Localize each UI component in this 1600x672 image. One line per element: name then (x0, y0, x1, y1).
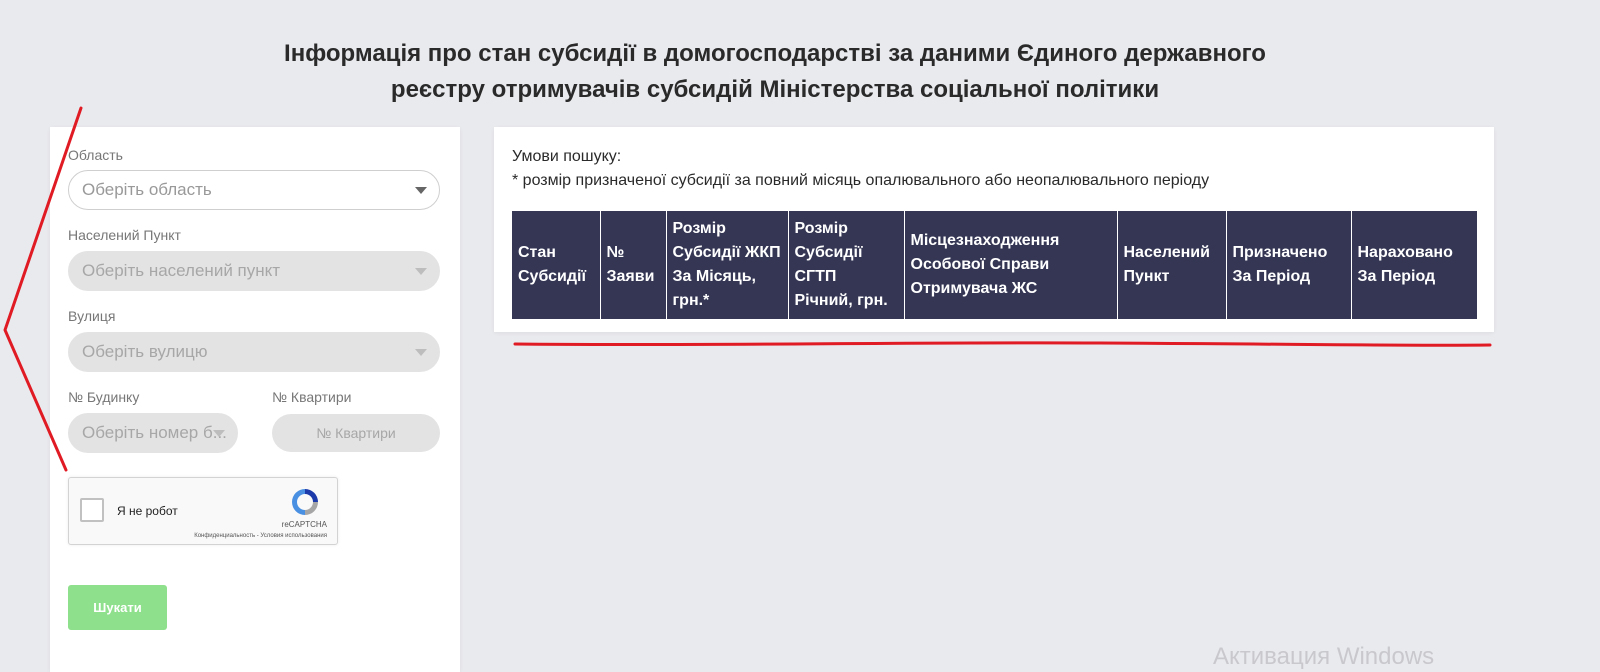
column-header: Місцезнаходження Особової Справи Отримув… (903, 211, 1117, 319)
search-form-card: Область Оберіть область Населений Пункт … (50, 127, 460, 672)
search-conditions-title: Умови пошуку: (512, 148, 622, 165)
settlement-select-placeholder: Оберіть населений пункт (82, 261, 281, 280)
region-select-placeholder: Оберіть область (82, 180, 212, 199)
settlement-label: Населений Пункт (68, 227, 181, 243)
column-header: Стан Субсидії (512, 211, 600, 319)
windows-activation-watermark: Активация Windows (1213, 643, 1435, 670)
street-select-placeholder: Оберіть вулицю (82, 342, 208, 361)
results-card: Умови пошуку: * розмір призначеної субси… (494, 127, 1494, 332)
page-title-line-2: реєстру отримувачів субсидій Міністерств… (390, 76, 1160, 103)
recaptcha-brand: reCAPTCHA (281, 520, 327, 529)
search-conditions-note: * розмір призначеної субсидії за повний … (512, 172, 1210, 189)
recaptcha-icon (292, 489, 318, 515)
column-header: Розмір Субсидії СГТП Річний, грн. (787, 211, 904, 319)
column-header: Населений Пункт (1116, 211, 1226, 319)
column-header: Розмір Субсидії ЖКП За Місяць, грн.* (665, 211, 788, 319)
chevron-down-icon (415, 187, 427, 194)
recaptcha-terms[interactable]: Конфиденциальность - Условия использован… (194, 533, 327, 539)
street-label: Вулиця (68, 308, 116, 324)
house-select[interactable]: Оберіть номер б... (68, 413, 238, 453)
street-select[interactable]: Оберіть вулицю (68, 332, 440, 372)
region-select[interactable]: Оберіть область (68, 170, 440, 210)
column-header: № Заяви (599, 211, 666, 319)
recaptcha-label: Я не робот (117, 504, 178, 518)
chevron-down-icon (213, 430, 225, 437)
region-label: Область (68, 147, 123, 163)
annotation-underline (513, 341, 1492, 347)
recaptcha-widget: Я не робот reCAPTCHA Конфиденциальность … (68, 477, 338, 545)
page-title: Інформація про стан субсидії в домогоспо… (200, 36, 1350, 108)
chevron-down-icon (415, 349, 427, 356)
settlement-select[interactable]: Оберіть населений пункт (68, 251, 440, 291)
house-label: № Будинку (68, 389, 140, 405)
column-header: Призначено За Період (1225, 211, 1351, 319)
search-button[interactable]: Шукати (68, 585, 167, 630)
recaptcha-checkbox[interactable] (80, 498, 104, 522)
house-select-placeholder: Оберіть номер б... (82, 423, 227, 442)
column-header: Нараховано За Період (1350, 211, 1477, 319)
apartment-label: № Квартири (272, 389, 352, 405)
results-table: Стан Субсидії № Заяви Розмір Субсидії ЖК… (512, 211, 1477, 319)
chevron-down-icon (415, 268, 427, 275)
page-title-line-1: Інформація про стан субсидії в домогоспо… (284, 40, 1266, 67)
table-header-row: Стан Субсидії № Заяви Розмір Субсидії ЖК… (512, 211, 1477, 319)
apartment-input[interactable] (272, 414, 440, 452)
